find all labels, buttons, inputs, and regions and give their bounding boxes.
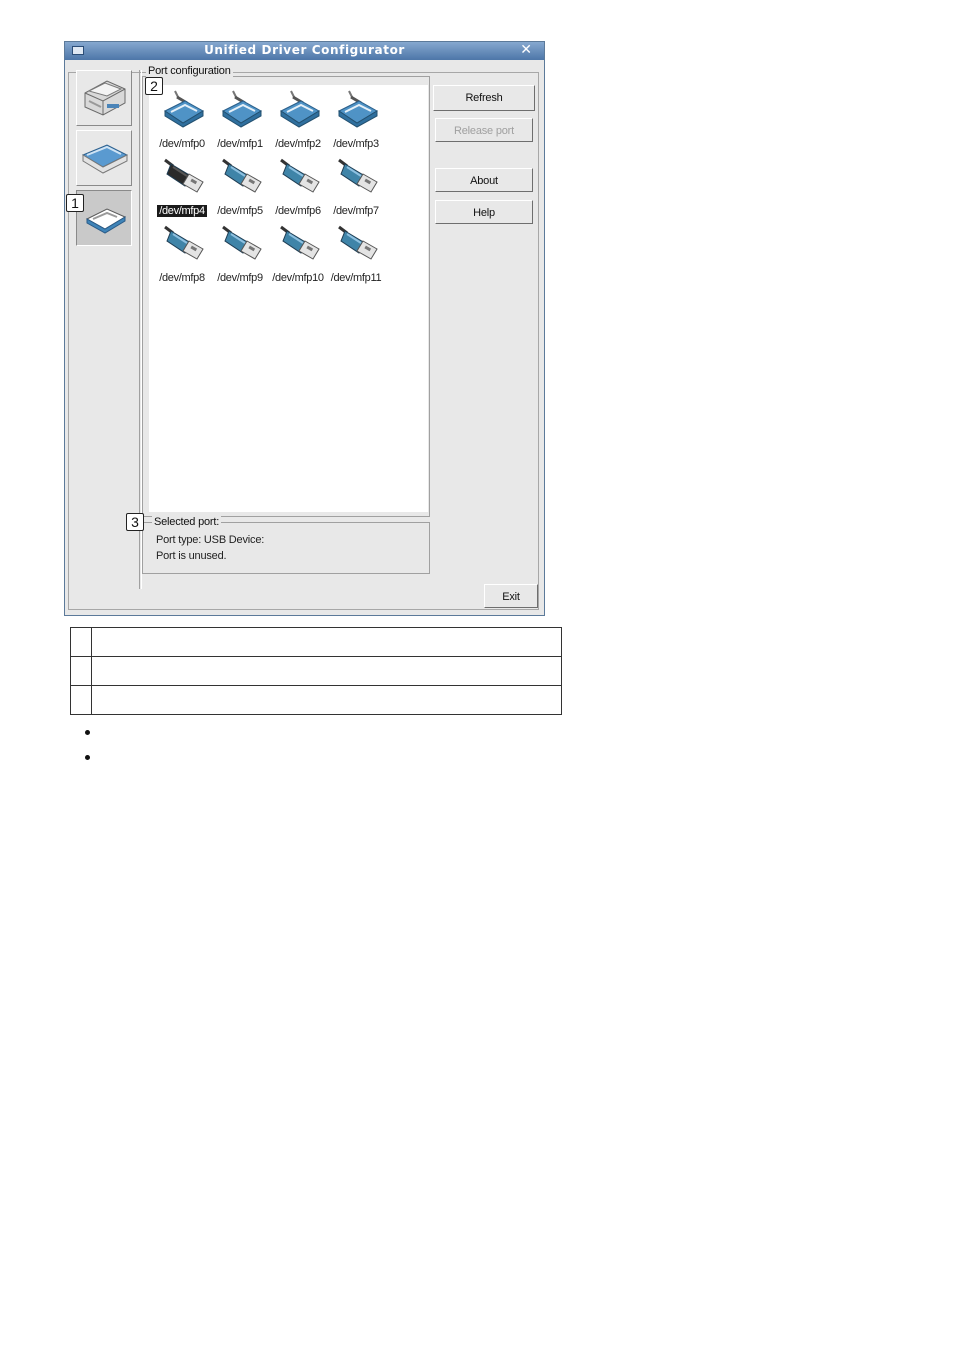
port-item[interactable]: /dev/mfp10 [269,223,327,287]
usb-port-icon [164,158,204,193]
port-configuration-label: Port configuration [146,65,233,77]
usb-port-icon [222,158,262,193]
port-label: /dev/mfp8 [149,272,215,284]
port-item[interactable]: /dev/mfp7 [327,156,385,220]
selected-port-label: Selected port: [152,516,222,528]
usb-port-icon [338,225,378,260]
port-label: /dev/mfp7 [323,205,389,217]
table-row [70,656,562,686]
table-row [70,685,562,715]
bullet-point [85,730,90,735]
port-label-text: /dev/mfp7 [333,205,379,217]
scanner-icon [81,144,129,174]
port-label-text: /dev/mfp1 [217,138,263,150]
usb-port-icon [280,158,320,193]
port-label: /dev/mfp0 [149,138,215,150]
window-title: Unified Driver Configurator [204,43,405,57]
port-label: /dev/mfp11 [323,272,389,284]
help-button[interactable]: Help [435,200,533,224]
table-row [70,627,562,657]
port-list[interactable]: /dev/mfp0/dev/mfp1/dev/mfp2/dev/mfp3/dev… [149,85,428,512]
port-item[interactable]: /dev/mfp2 [269,89,327,153]
port-item[interactable]: /dev/mfp8 [153,223,211,287]
printer-configuration-button[interactable] [76,70,132,126]
port-label: /dev/mfp3 [323,138,389,150]
close-icon[interactable]: ✕ [520,42,532,58]
printer-icon [84,80,126,116]
port-label: /dev/mfp6 [265,205,331,217]
port-label-text: /dev/mfp3 [333,138,379,150]
port-label: /dev/mfp4 [149,205,215,217]
callout-legend-table [70,627,562,715]
bullet-point [85,755,90,760]
selected-port-group [142,522,430,574]
port-label: /dev/mfp10 [265,272,331,284]
parallel-port-icon [338,90,378,128]
port-item[interactable]: /dev/mfp9 [211,223,269,287]
port-label: /dev/mfp1 [207,138,273,150]
port-label: /dev/mfp2 [265,138,331,150]
callout-3: 3 [126,513,144,531]
usb-port-icon [222,225,262,260]
port-label-text: /dev/mfp10 [272,272,324,284]
port-icon [85,208,127,234]
usb-port-icon [338,158,378,193]
port-item[interactable]: /dev/mfp3 [327,89,385,153]
port-status-text: Port is unused. [156,550,227,562]
parallel-port-icon [280,90,320,128]
port-item[interactable]: /dev/mfp0 [153,89,211,153]
port-label: /dev/mfp9 [207,272,273,284]
usb-port-icon [164,225,204,260]
parallel-port-icon [222,90,262,128]
unified-driver-configurator-window: Unified Driver Configurator ✕ Port confi [64,41,545,616]
port-item[interactable]: /dev/mfp1 [211,89,269,153]
port-label: /dev/mfp5 [207,205,273,217]
refresh-button[interactable]: Refresh [433,85,535,111]
scanner-configuration-button[interactable] [76,130,132,186]
exit-button[interactable]: Exit [484,584,538,608]
callout-2: 2 [145,77,163,95]
port-label-text: /dev/mfp9 [217,272,263,284]
port-type-text: Port type: USB Device: [156,534,265,546]
port-item[interactable]: /dev/mfp4 [153,156,211,220]
port-configuration-button[interactable] [76,190,132,246]
port-label-text: /dev/mfp4 [157,205,207,217]
port-item[interactable]: /dev/mfp11 [327,223,385,287]
port-label-text: /dev/mfp8 [159,272,205,284]
usb-port-icon [280,225,320,260]
release-port-button[interactable]: Release port [435,118,533,142]
port-label-text: /dev/mfp2 [275,138,321,150]
callout-1: 1 [66,194,84,212]
port-label-text: /dev/mfp11 [330,272,382,284]
port-label-text: /dev/mfp5 [217,205,263,217]
about-button[interactable]: About [435,168,533,192]
title-bar[interactable]: Unified Driver Configurator ✕ [65,42,544,60]
port-label-text: /dev/mfp0 [159,138,205,150]
port-label-text: /dev/mfp6 [275,205,321,217]
parallel-port-icon [164,90,204,128]
port-item[interactable]: /dev/mfp6 [269,156,327,220]
port-item[interactable]: /dev/mfp5 [211,156,269,220]
